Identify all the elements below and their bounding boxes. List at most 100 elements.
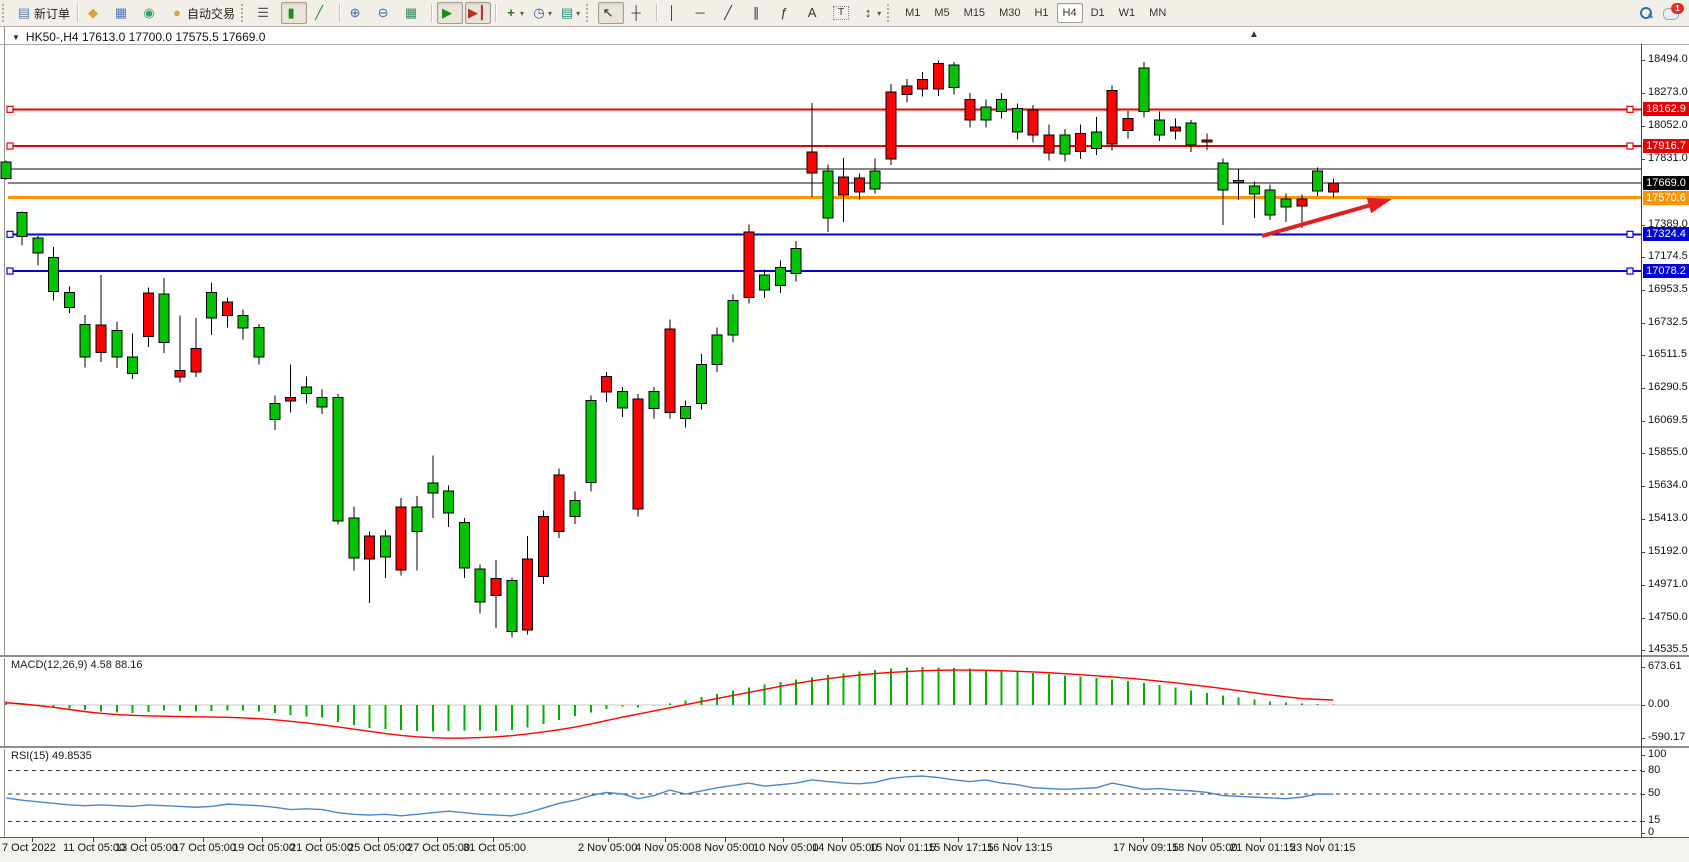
candle-body [49,257,59,291]
line-handle[interactable] [1627,231,1633,237]
candle-body [491,578,501,595]
notifications-icon[interactable]: 1 [1663,6,1681,20]
timeframe-mn[interactable]: MN [1143,3,1172,23]
chevron-down-icon[interactable]: ▼ [12,33,20,42]
rsi-line [6,776,1333,816]
candle-body [507,580,517,631]
date-label: 7 Oct 2022 [2,842,56,854]
timeframe-w1[interactable]: W1 [1113,3,1142,23]
trend-arrow-head[interactable] [1367,198,1392,213]
line-handle[interactable] [1627,106,1633,112]
timeframe-h4[interactable]: H4 [1057,3,1083,23]
text-button[interactable]: A [802,2,828,24]
date-label: 8 Nov 05:00 [695,842,754,854]
price-tag: 17570.6 [1643,191,1689,205]
new-order-button[interactable]: ▤新订单 [14,2,73,24]
line-handle[interactable] [7,106,13,112]
dropdown-caret-icon[interactable]: ▾ [548,9,552,18]
toolbar-grip[interactable] [241,4,250,22]
price-tick-label: 16511.5 [1648,348,1687,360]
timeframe-m30[interactable]: M30 [993,3,1026,23]
new-order-icon: ▤ [17,4,31,22]
toolbar-grip[interactable] [586,4,595,22]
timeframe-d1[interactable]: D1 [1085,3,1111,23]
candle-body [886,92,896,159]
toolbar-separator [77,4,79,22]
price-tick [1641,93,1645,94]
dropdown-caret-icon[interactable]: ▾ [520,9,524,18]
text-label-button[interactable]: T [830,2,856,24]
date-label: 19 Oct 05:00 [232,842,295,854]
line-handle[interactable] [1627,268,1633,274]
candle-body [570,500,580,516]
candle-body [839,177,849,195]
arrows-button[interactable]: ↕▾ [858,2,884,24]
history-center-button[interactable]: ◆ [83,2,109,24]
candle-body [554,475,564,532]
chart-title: ▼ HK50-,H4 17613.0 17700.0 17575.5 17669… [12,30,265,44]
cursor-button[interactable]: ↖ [598,2,624,24]
crosshair-button[interactable]: ┼ [626,2,652,24]
autotrading-button[interactable]: ●自动交易 [167,2,238,24]
bar-chart-button[interactable]: ☰ [253,2,279,24]
candle-body [633,399,643,509]
chart-window-button[interactable]: ▦ [111,2,137,24]
fibonacci-button[interactable]: ƒ [774,2,800,24]
zoom-out-button[interactable]: ⊖ [373,2,399,24]
line-handle[interactable] [7,268,13,274]
candlestick-chart-button[interactable]: ▮ [281,2,307,24]
indicators-button[interactable]: +▾ [501,2,527,24]
macd-tick [1641,705,1645,706]
equidistant-channel-button[interactable]: ∥ [746,2,772,24]
candle-body [1,162,11,178]
tile-windows-button[interactable]: ▦ [401,2,427,24]
dropdown-caret-icon[interactable]: ▾ [877,9,881,18]
sounds-button[interactable]: ◉ [139,2,165,24]
sound-icon: ◉ [142,4,156,22]
toolbar-grip[interactable] [2,4,11,22]
date-label: 14 Nov 05:00 [812,842,877,854]
periods-button[interactable]: ◷▾ [529,2,555,24]
toolbar-grip[interactable] [887,4,896,22]
trend-arrow-line[interactable] [1262,206,1369,236]
fibo-icon: ƒ [777,4,791,22]
candle-body [1028,110,1038,135]
toolbar-separator [431,4,433,22]
chart-shift-marker-icon[interactable]: ▲ [1249,29,1259,40]
line-handle[interactable] [7,231,13,237]
search-icon[interactable] [1639,6,1653,20]
horizontal-line-button[interactable]: ─ [690,2,716,24]
candle-body [1186,123,1196,145]
timeframe-m15[interactable]: M15 [958,3,991,23]
price-tick [1641,421,1645,422]
candle-body [349,518,359,558]
dropdown-caret-icon[interactable]: ▾ [576,9,580,18]
auto-scroll-button[interactable]: ▶ [437,2,463,24]
zoom-in-button[interactable]: ⊕ [345,2,371,24]
autotrading-button-label: 自动交易 [187,5,235,22]
candle-body [981,107,991,120]
line-handle[interactable] [7,143,13,149]
candle-body [728,301,738,335]
toolbar-group-standard: ▤新订单 ◆▦ ◉ ●自动交易 [0,0,239,26]
price-tag: 17669.0 [1643,176,1689,190]
vertical-line-button[interactable]: │ [662,2,688,24]
timeframe-h1[interactable]: H1 [1028,3,1054,23]
price-tick [1641,388,1645,389]
indicators-icon: + [504,4,518,22]
trendline-button[interactable]: ╱ [718,2,744,24]
price-tick-label: 14971.0 [1648,578,1688,590]
time-axis[interactable]: 7 Oct 202211 Oct 05:0013 Oct 05:0017 Oct… [0,838,1689,862]
date-label: 31 Oct 05:00 [463,842,526,854]
chart-shift-button[interactable]: ▶┃ [465,2,491,24]
date-label: 15 Nov 01:15 [870,842,935,854]
line-chart-button[interactable]: ╱ [309,2,335,24]
candle-body [933,64,943,89]
templates-button[interactable]: ▤▾ [557,2,583,24]
timeframe-m1[interactable]: M1 [899,3,926,23]
timeframe-m5[interactable]: M5 [928,3,955,23]
date-label: 16 Nov 13:15 [987,842,1052,854]
price-tick-label: 16953.5 [1648,283,1688,295]
candle-body [696,365,706,404]
line-handle[interactable] [1627,143,1633,149]
